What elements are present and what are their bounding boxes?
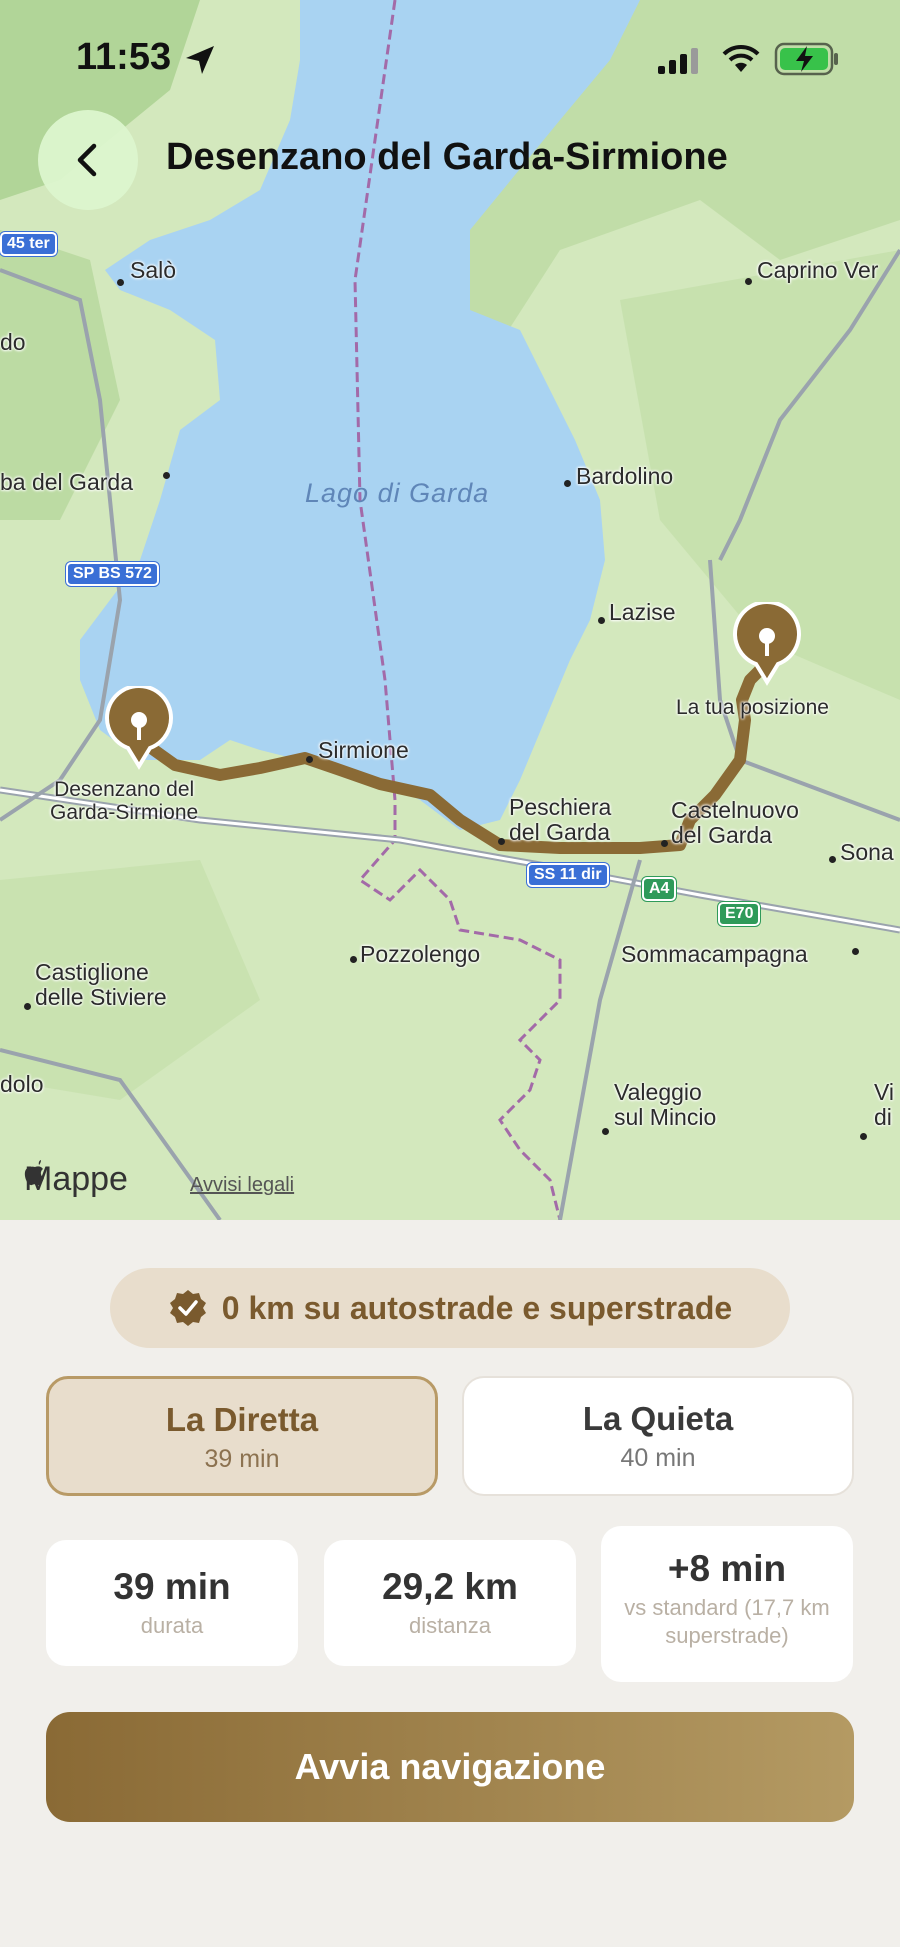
- place-castelnuovo: Castelnuovo del Garda: [671, 797, 799, 849]
- place-dot: [829, 856, 836, 863]
- route-option-quiet[interactable]: La Quieta 40 min: [462, 1376, 854, 1496]
- place-caprino: Caprino Ver: [757, 257, 879, 283]
- place-dot: [745, 278, 752, 285]
- stat-duration: 39 min durata: [46, 1540, 298, 1666]
- lake-label: Lago di Garda: [305, 478, 490, 508]
- route-option-direct[interactable]: La Diretta 39 min: [46, 1376, 438, 1496]
- place-dot: [163, 472, 170, 479]
- place-dot: [350, 956, 357, 963]
- place-dolo: dolo: [0, 1071, 44, 1097]
- back-chevron-icon: [77, 143, 97, 177]
- back-button[interactable]: [38, 110, 138, 210]
- place-pozzolengo: Pozzolengo: [360, 941, 481, 967]
- place-peschiera: Peschiera del Garda: [509, 794, 612, 846]
- map-attribution: Mappe: [24, 1160, 128, 1199]
- place-sirmione: Sirmione: [318, 737, 409, 763]
- stat-time-difference: +8 min vs standard (17,7 km superstrade): [601, 1526, 853, 1682]
- place-valeggio: Valeggio sul Mincio: [614, 1079, 717, 1131]
- verified-badge-icon: [169, 1290, 206, 1326]
- map-view[interactable]: Lago di Garda Salò Caprino Ver do ba del…: [0, 0, 900, 1220]
- stat-label: distanza: [409, 1613, 491, 1638]
- route-name: La Diretta: [165, 1401, 319, 1438]
- place-dot: [661, 840, 668, 847]
- stat-label: durata: [140, 1613, 204, 1638]
- status-time: 11:53: [76, 36, 172, 78]
- place-your-position: La tua posizione: [676, 696, 829, 719]
- location-arrow-icon: [186, 46, 214, 74]
- place-bardolino: Bardolino: [576, 463, 674, 489]
- apple-logo-icon: [24, 1160, 44, 1186]
- page-title: Desenzano del Garda-Sirmione: [166, 136, 728, 178]
- place-dot: [852, 948, 859, 955]
- place-castiglione: Castiglione delle Stiviere: [35, 959, 167, 1011]
- stat-distance: 29,2 km distanza: [324, 1540, 576, 1666]
- place-dot: [602, 1128, 609, 1135]
- wifi-icon: [722, 44, 760, 72]
- place-dot: [860, 1133, 867, 1140]
- battery-charging-icon: [774, 42, 838, 76]
- place-dot: [564, 480, 571, 487]
- stat-value: 29,2 km: [382, 1566, 518, 1607]
- route-time: 39 min: [204, 1445, 280, 1473]
- place-dot: [117, 279, 124, 286]
- road-shield: SP BS 572: [66, 562, 159, 586]
- signal-icon: [658, 48, 698, 74]
- route-time: 40 min: [620, 1444, 696, 1472]
- place-dot: [24, 1003, 31, 1010]
- highway-info-text: 0 km su autostrade e superstrade: [221, 1289, 733, 1326]
- road-shield: SS 11 dir: [527, 863, 609, 887]
- place-dot: [598, 617, 605, 624]
- place-vi-di: Vi di: [874, 1079, 895, 1131]
- place-sona: Sona: [840, 839, 894, 865]
- route-name: La Quieta: [582, 1400, 734, 1437]
- road-shield: A4: [642, 877, 677, 901]
- road-shield: E70: [718, 902, 761, 926]
- place-dot: [498, 838, 505, 845]
- place-dot: [306, 756, 313, 763]
- road-shield: 45 ter: [0, 232, 57, 256]
- place-ba-del-garda: ba del Garda: [0, 469, 133, 495]
- stat-label: vs standard (17,7 km superstrade): [624, 1595, 830, 1648]
- place-do: do: [0, 329, 26, 355]
- start-navigation-button[interactable]: Avvia navigazione: [46, 1712, 854, 1822]
- place-lazise: Lazise: [609, 599, 676, 625]
- place-sommacampagna: Sommacampagna: [621, 941, 808, 967]
- place-desenzano: Desenzano del Garda-Sirmione: [50, 778, 199, 825]
- legal-link[interactable]: Avvisi legali: [190, 1174, 294, 1197]
- stat-value: +8 min: [667, 1548, 787, 1589]
- highway-info-chip: 0 km su autostrade e superstrade: [110, 1268, 790, 1348]
- place-salo: Salò: [130, 257, 177, 283]
- stat-value: 39 min: [113, 1566, 231, 1607]
